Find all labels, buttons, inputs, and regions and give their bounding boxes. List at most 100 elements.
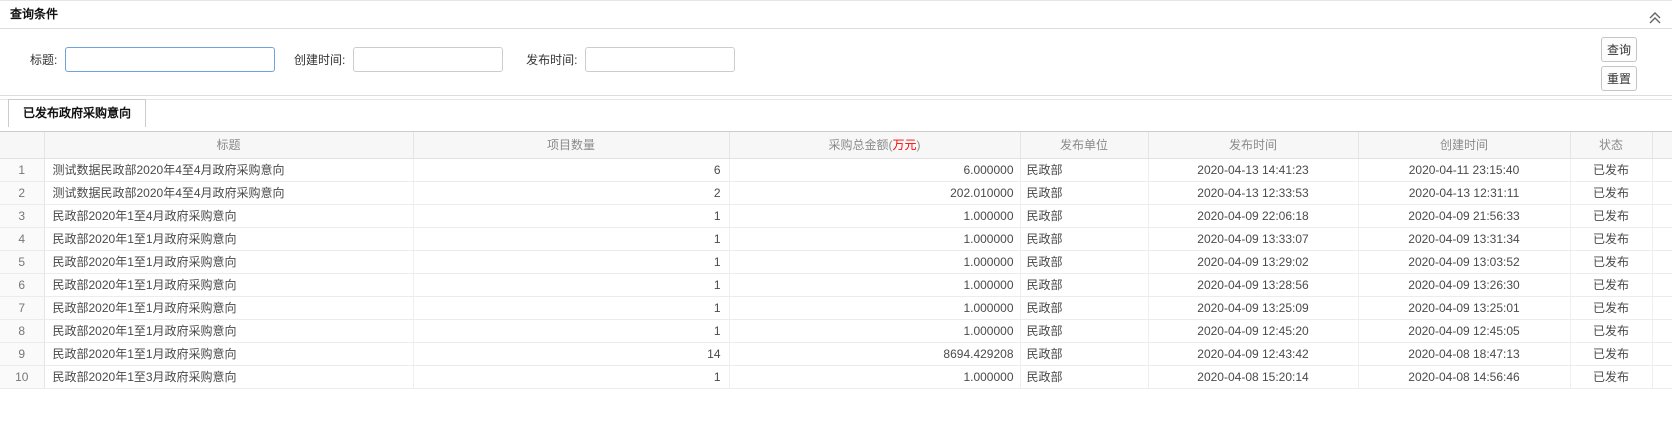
cell-status: 已发布 [1570, 181, 1652, 204]
table-header: 标题 项目数量 采购总金额(万元) 发布单位 发布时间 创建时间 状态 [0, 132, 1672, 158]
cell-create-time: 2020-04-11 23:15:40 [1358, 158, 1570, 181]
table-row[interactable]: 6民政部2020年1至1月政府采购意向11.000000民政部2020-04-0… [0, 273, 1672, 296]
cell-amount: 6.000000 [729, 158, 1020, 181]
cell-status: 已发布 [1570, 319, 1652, 342]
cell-title: 民政部2020年1至1月政府采购意向 [44, 273, 413, 296]
cell-count: 1 [413, 250, 729, 273]
cell-filler [1652, 204, 1672, 227]
table-row[interactable]: 8民政部2020年1至1月政府采购意向11.000000民政部2020-04-0… [0, 319, 1672, 342]
cell-title: 民政部2020年1至4月政府采购意向 [44, 204, 413, 227]
create-time-input[interactable] [353, 47, 503, 72]
query-panel-title: 查询条件 [10, 7, 58, 21]
cell-title: 测试数据民政部2020年4至4月政府采购意向 [44, 181, 413, 204]
title-field-label: 标题: [30, 51, 57, 68]
cell-index: 8 [0, 319, 44, 342]
table-body: 1测试数据民政部2020年4至4月政府采购意向66.000000民政部2020-… [0, 158, 1672, 388]
cell-create-time: 2020-04-09 13:03:52 [1358, 250, 1570, 273]
table-row[interactable]: 1测试数据民政部2020年4至4月政府采购意向66.000000民政部2020-… [0, 158, 1672, 181]
col-header-publish-time: 发布时间 [1148, 132, 1358, 158]
cell-count: 1 [413, 319, 729, 342]
cell-status: 已发布 [1570, 227, 1652, 250]
cell-index: 9 [0, 342, 44, 365]
cell-status: 已发布 [1570, 158, 1652, 181]
table-row[interactable]: 10民政部2020年1至3月政府采购意向11.000000民政部2020-04-… [0, 365, 1672, 388]
cell-status: 已发布 [1570, 365, 1652, 388]
cell-unit: 民政部 [1020, 319, 1148, 342]
page: 查询条件 标题: 创建时间: 发布时间: 查询 重置 已发布政府采购意向 [0, 0, 1672, 421]
col-header-status: 状态 [1570, 132, 1652, 158]
table-row[interactable]: 2测试数据民政部2020年4至4月政府采购意向2202.010000民政部202… [0, 181, 1672, 204]
cell-index: 6 [0, 273, 44, 296]
cell-unit: 民政部 [1020, 227, 1148, 250]
cell-publish-time: 2020-04-13 12:33:53 [1148, 181, 1358, 204]
cell-count: 1 [413, 273, 729, 296]
tab-strip: 已发布政府采购意向 [0, 99, 1672, 132]
cell-unit: 民政部 [1020, 365, 1148, 388]
cell-index: 4 [0, 227, 44, 250]
col-header-filler [1652, 132, 1672, 158]
cell-amount: 1.000000 [729, 204, 1020, 227]
table-row[interactable]: 3民政部2020年1至4月政府采购意向11.000000民政部2020-04-0… [0, 204, 1672, 227]
cell-amount: 1.000000 [729, 250, 1020, 273]
cell-filler [1652, 250, 1672, 273]
cell-amount: 202.010000 [729, 181, 1020, 204]
cell-index: 10 [0, 365, 44, 388]
cell-unit: 民政部 [1020, 250, 1148, 273]
cell-title: 民政部2020年1至3月政府采购意向 [44, 365, 413, 388]
cell-publish-time: 2020-04-09 12:43:42 [1148, 342, 1358, 365]
cell-title: 民政部2020年1至1月政府采购意向 [44, 227, 413, 250]
cell-publish-time: 2020-04-09 13:28:56 [1148, 273, 1358, 296]
cell-amount: 1.000000 [729, 319, 1020, 342]
table-row[interactable]: 5民政部2020年1至1月政府采购意向11.000000民政部2020-04-0… [0, 250, 1672, 273]
cell-create-time: 2020-04-09 13:25:01 [1358, 296, 1570, 319]
create-time-field-label: 创建时间: [294, 51, 345, 68]
cell-count: 14 [413, 342, 729, 365]
cell-filler [1652, 342, 1672, 365]
tab-published-intentions[interactable]: 已发布政府采购意向 [8, 99, 146, 127]
cell-create-time: 2020-04-09 13:26:30 [1358, 273, 1570, 296]
cell-unit: 民政部 [1020, 158, 1148, 181]
cell-create-time: 2020-04-09 21:56:33 [1358, 204, 1570, 227]
reset-button[interactable]: 重置 [1601, 66, 1637, 91]
cell-amount: 8694.429208 [729, 342, 1020, 365]
cell-count: 1 [413, 296, 729, 319]
col-header-amount-unit: 万元 [892, 138, 916, 152]
title-input[interactable] [65, 47, 275, 72]
table-row[interactable]: 7民政部2020年1至1月政府采购意向11.000000民政部2020-04-0… [0, 296, 1672, 319]
cell-status: 已发布 [1570, 296, 1652, 319]
cell-publish-time: 2020-04-09 13:25:09 [1148, 296, 1358, 319]
search-button[interactable]: 查询 [1601, 37, 1637, 62]
cell-status: 已发布 [1570, 342, 1652, 365]
cell-status: 已发布 [1570, 250, 1652, 273]
query-panel-header: 查询条件 [0, 1, 1672, 29]
cell-publish-time: 2020-04-09 12:45:20 [1148, 319, 1358, 342]
col-header-amount: 采购总金额(万元) [729, 132, 1020, 158]
cell-title: 民政部2020年1至1月政府采购意向 [44, 250, 413, 273]
cell-publish-time: 2020-04-09 13:33:07 [1148, 227, 1358, 250]
cell-create-time: 2020-04-09 12:45:05 [1358, 319, 1570, 342]
cell-count: 2 [413, 181, 729, 204]
cell-filler [1652, 227, 1672, 250]
cell-filler [1652, 296, 1672, 319]
cell-count: 1 [413, 365, 729, 388]
table-row[interactable]: 9民政部2020年1至1月政府采购意向148694.429208民政部2020-… [0, 342, 1672, 365]
query-buttons: 查询 重置 [1601, 37, 1637, 95]
col-header-amount-suffix: ) [917, 138, 921, 152]
cell-filler [1652, 273, 1672, 296]
cell-count: 1 [413, 227, 729, 250]
chevron-double-up-icon[interactable] [1648, 8, 1662, 22]
cell-index: 2 [0, 181, 44, 204]
procurement-table: 标题 项目数量 采购总金额(万元) 发布单位 发布时间 创建时间 状态 1测试数… [0, 132, 1672, 389]
cell-count: 1 [413, 204, 729, 227]
cell-amount: 1.000000 [729, 227, 1020, 250]
publish-time-input[interactable] [585, 47, 735, 72]
table-row[interactable]: 4民政部2020年1至1月政府采购意向11.000000民政部2020-04-0… [0, 227, 1672, 250]
cell-filler [1652, 365, 1672, 388]
cell-create-time: 2020-04-08 18:47:13 [1358, 342, 1570, 365]
cell-publish-time: 2020-04-13 14:41:23 [1148, 158, 1358, 181]
table-header-row: 标题 项目数量 采购总金额(万元) 发布单位 发布时间 创建时间 状态 [0, 132, 1672, 158]
cell-count: 6 [413, 158, 729, 181]
cell-title: 民政部2020年1至1月政府采购意向 [44, 342, 413, 365]
cell-filler [1652, 181, 1672, 204]
col-header-amount-prefix: 采购总金额( [828, 138, 892, 152]
